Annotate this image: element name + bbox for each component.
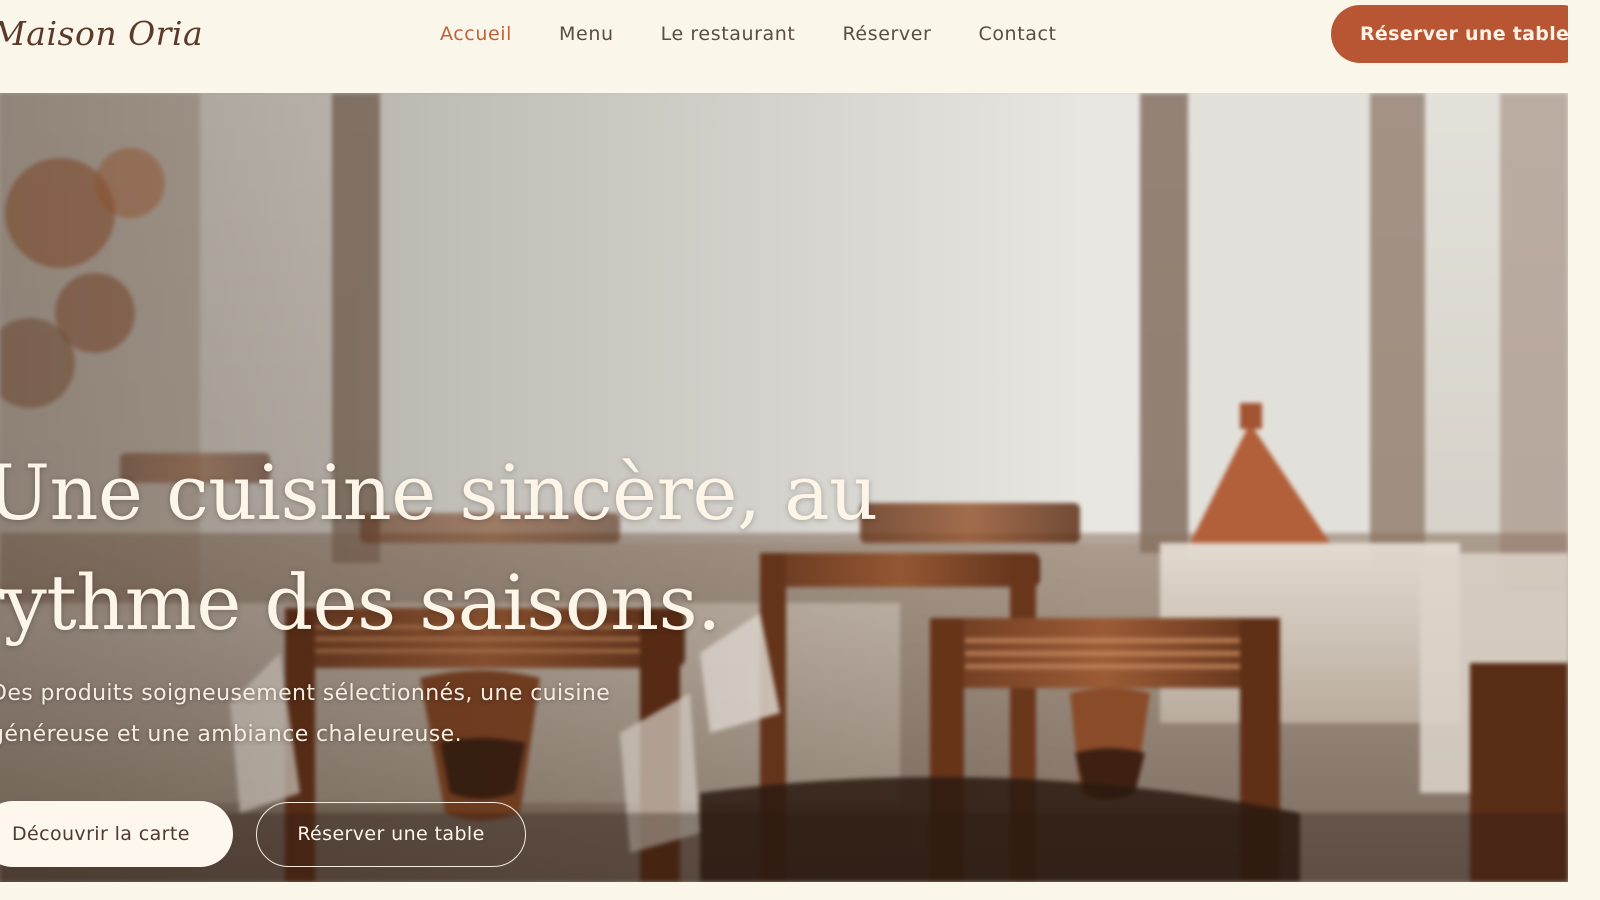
nav-item-menu[interactable]: Menu: [559, 22, 614, 46]
nav-item-accueil[interactable]: Accueil: [440, 22, 512, 46]
reserve-table-header-button[interactable]: Réserver une table: [1331, 5, 1568, 63]
hero-title-line-1: Une cuisine sincère, au: [0, 448, 878, 537]
nav-item-reserver[interactable]: Réserver: [842, 22, 931, 46]
discover-menu-button[interactable]: Découvrir la carte: [0, 801, 233, 867]
hero-title-line-2: rythme des saisons.: [0, 558, 721, 647]
brand-logo[interactable]: Maison Oria: [0, 14, 203, 53]
main-nav: Accueil Menu Le restaurant Réserver Cont…: [440, 22, 1057, 46]
hero-subtitle: Des produits soigneusement sélectionnés,…: [0, 673, 610, 755]
nav-item-contact[interactable]: Contact: [978, 22, 1056, 46]
hero-subtitle-line-2: généreuse et une ambiance chaleureuse.: [0, 722, 462, 747]
reserve-table-hero-button[interactable]: Réserver une table: [256, 802, 526, 867]
nav-item-le-restaurant[interactable]: Le restaurant: [661, 22, 796, 46]
hero-subtitle-line-1: Des produits soigneusement sélectionnés,…: [0, 681, 611, 706]
hero-section: Une cuisine sincère, au rythme des saiso…: [0, 93, 1568, 882]
page: Maison Oria Accueil Menu Le restaurant R…: [0, 0, 1568, 882]
hero-title: Une cuisine sincère, au rythme des saiso…: [0, 438, 878, 658]
site-header: Maison Oria Accueil Menu Le restaurant R…: [0, 0, 1568, 93]
